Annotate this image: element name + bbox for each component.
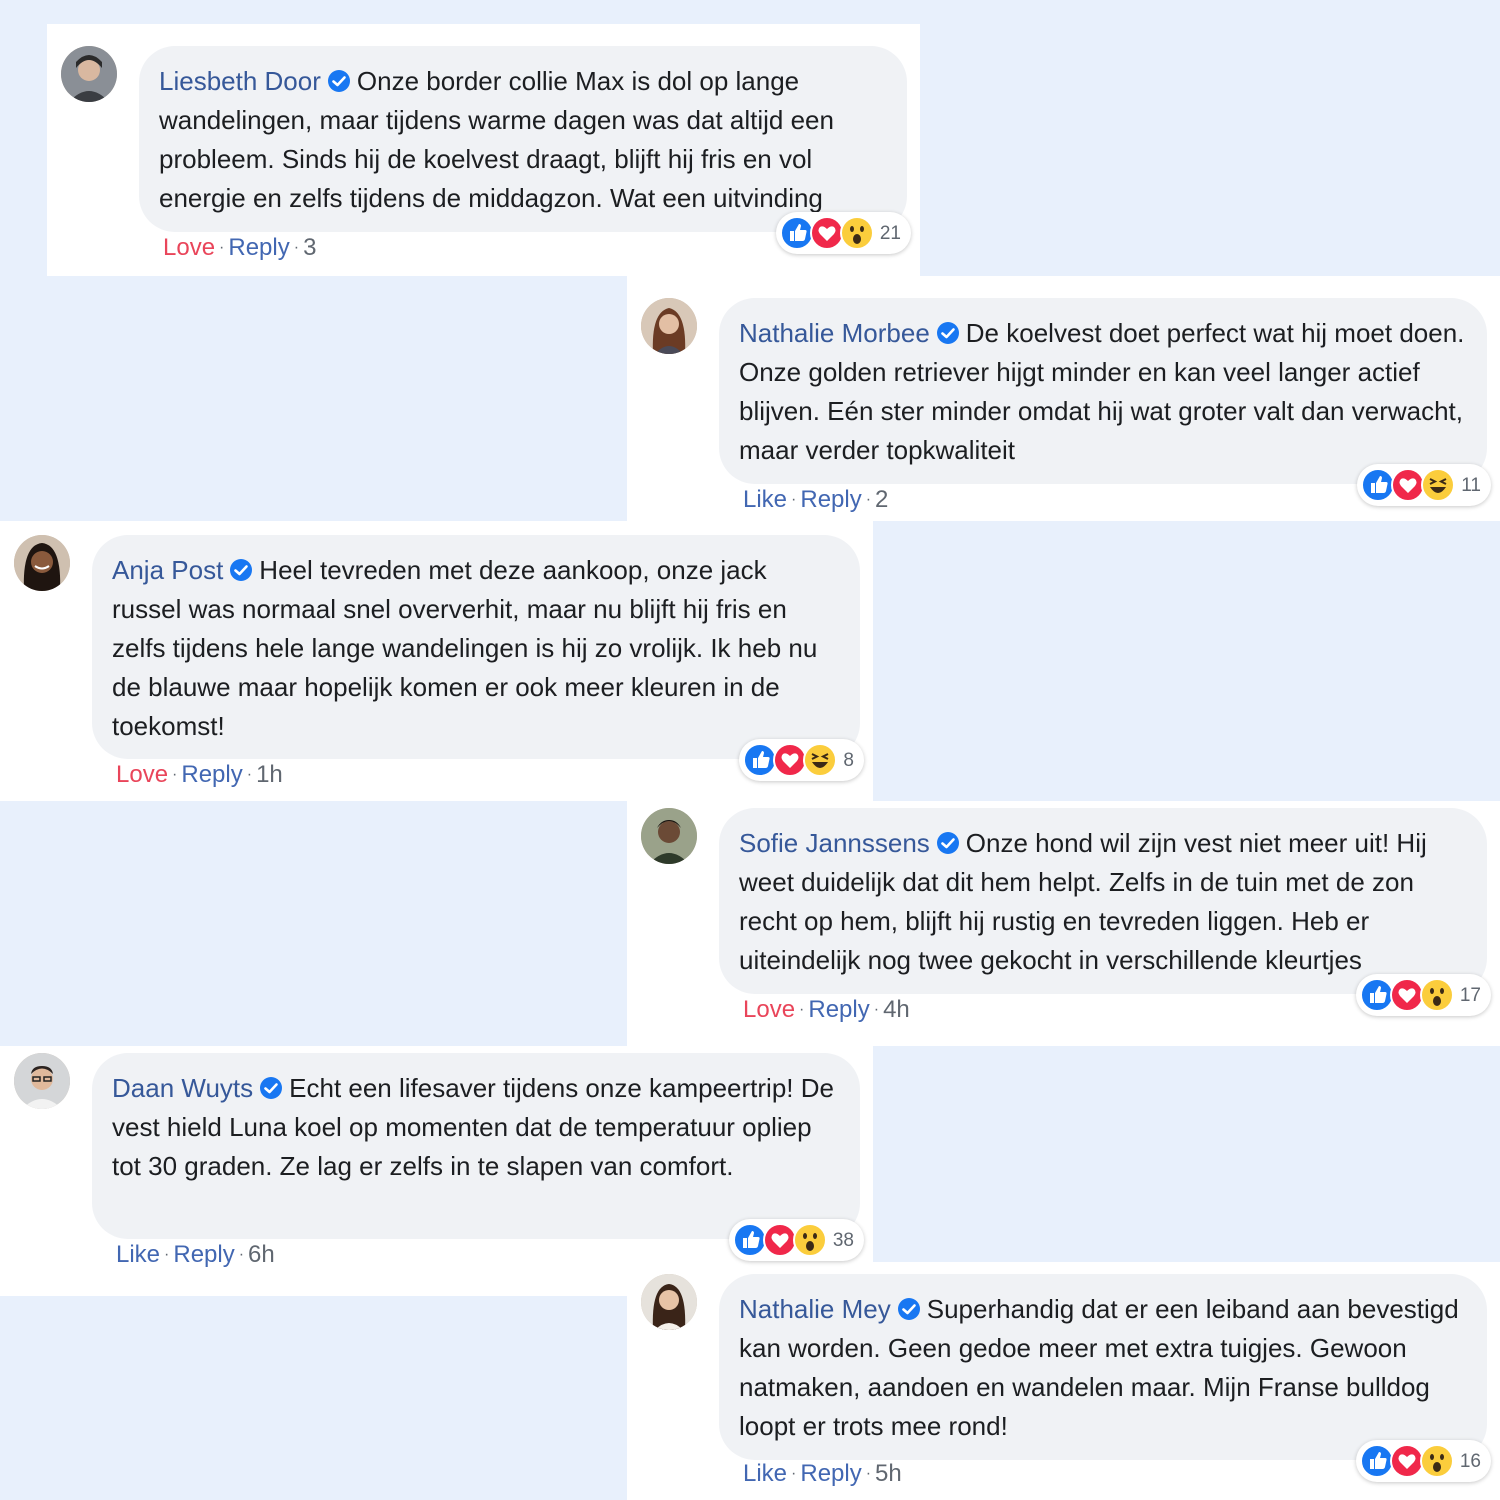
verified-badge-icon (229, 558, 253, 582)
like-icon (1361, 468, 1396, 502)
reaction-summary[interactable]: 38 (728, 1219, 864, 1261)
like-icon (1359, 1444, 1394, 1478)
commenter-name[interactable]: Liesbeth Door (159, 66, 321, 96)
haha-icon (1421, 468, 1456, 502)
like-link[interactable]: Like (743, 1460, 787, 1487)
reply-link[interactable]: Reply (800, 486, 861, 513)
commenter-name[interactable]: Nathalie Mey (739, 1294, 891, 1324)
reply-link[interactable]: Reply (181, 761, 242, 788)
comment-actions: Like · Reply · 6h (116, 1241, 275, 1269)
love-icon (762, 1223, 797, 1257)
separator-dot: · (246, 766, 253, 783)
wow-icon (1419, 978, 1454, 1012)
verified-badge-icon (936, 831, 960, 855)
reaction-summary[interactable]: 16 (1355, 1440, 1491, 1482)
haha-icon (803, 743, 838, 777)
reaction-count: 21 (879, 222, 901, 244)
separator-dot: · (799, 1001, 805, 1018)
love-link[interactable]: Love (163, 234, 215, 261)
like-icon (779, 216, 814, 250)
timestamp[interactable]: 5h (875, 1460, 902, 1487)
separator-dot: · (865, 491, 872, 508)
avatar[interactable] (61, 46, 117, 102)
reply-link[interactable]: Reply (808, 996, 869, 1023)
timestamp[interactable]: 1h (256, 761, 283, 788)
comment-bubble: Liesbeth Door Onze border collie Max is d… (139, 46, 911, 254)
avatar[interactable] (641, 298, 697, 354)
separator-dot: · (172, 766, 178, 783)
love-icon (809, 216, 844, 250)
commenter-name[interactable]: Daan Wuyts (112, 1073, 253, 1103)
reaction-count: 17 (1459, 984, 1481, 1006)
commenter-name[interactable]: Anja Post (112, 555, 223, 585)
separator-dot: · (873, 1001, 880, 1018)
avatar[interactable] (641, 808, 697, 864)
separator-dot: · (238, 1246, 245, 1263)
separator-dot: · (791, 1465, 797, 1482)
love-link[interactable]: Love (116, 761, 168, 788)
comment-actions: Love · Reply · 4h (743, 996, 910, 1024)
verified-badge-icon (327, 69, 351, 93)
avatar[interactable] (641, 1274, 697, 1330)
reply-count[interactable]: 3 (303, 234, 316, 261)
wow-icon (839, 216, 874, 250)
separator-dot: · (164, 1246, 170, 1263)
reply-count[interactable]: 2 (875, 486, 888, 513)
reaction-summary[interactable]: 8 (739, 739, 864, 781)
like-icon (743, 743, 778, 777)
separator-dot: · (219, 239, 225, 256)
like-link[interactable]: Like (743, 486, 787, 513)
commenter-name[interactable]: Sofie Jannssens (739, 828, 930, 858)
comment-bubble: Anja Post Heel tevreden met deze aankoop,… (92, 535, 864, 781)
reply-link[interactable]: Reply (228, 234, 289, 261)
love-icon (1391, 468, 1426, 502)
like-link[interactable]: Like (116, 1241, 160, 1268)
separator-dot: · (865, 1465, 872, 1482)
reaction-count: 8 (843, 749, 854, 771)
love-icon (773, 743, 808, 777)
verified-badge-icon (259, 1076, 283, 1100)
reaction-count: 38 (832, 1229, 854, 1251)
commenter-name[interactable]: Nathalie Morbee (739, 318, 930, 348)
separator-dot: · (791, 491, 797, 508)
comment-bubble: Nathalie Mey Superhandig dat er een leiba… (719, 1274, 1491, 1482)
avatar[interactable] (14, 1053, 70, 1109)
verified-badge-icon (897, 1297, 921, 1321)
reaction-count: 11 (1461, 474, 1481, 496)
separator-dot: · (293, 239, 300, 256)
avatar[interactable] (14, 535, 70, 591)
reply-link[interactable]: Reply (800, 1460, 861, 1487)
comment-bubble: Sofie Jannssens Onze hond wil zijn vest n… (719, 808, 1491, 1016)
like-icon (732, 1223, 767, 1257)
verified-badge-icon (936, 321, 960, 345)
comment-actions: Like · Reply · 2 (743, 486, 888, 514)
comment-bubble: Nathalie Morbee De koelvest doet perfect … (719, 298, 1491, 506)
like-icon (1359, 978, 1394, 1012)
reaction-summary[interactable]: 17 (1355, 974, 1491, 1016)
reaction-count: 16 (1459, 1450, 1481, 1472)
comment-actions: Love · Reply · 3 (163, 234, 316, 262)
comment-bubble: Daan Wuyts Echt een lifesaver tijdens onz… (92, 1053, 864, 1261)
timestamp[interactable]: 6h (248, 1241, 275, 1268)
love-icon (1389, 978, 1424, 1012)
reaction-summary[interactable]: 11 (1357, 464, 1491, 506)
reaction-summary[interactable]: 21 (775, 212, 911, 254)
love-link[interactable]: Love (743, 996, 795, 1023)
timestamp[interactable]: 4h (883, 996, 910, 1023)
love-icon (1389, 1444, 1424, 1478)
comment-actions: Love · Reply · 1h (116, 761, 283, 789)
wow-icon (792, 1223, 827, 1257)
comment-actions: Like · Reply · 5h (743, 1460, 902, 1488)
wow-icon (1419, 1444, 1454, 1478)
reply-link[interactable]: Reply (173, 1241, 234, 1268)
